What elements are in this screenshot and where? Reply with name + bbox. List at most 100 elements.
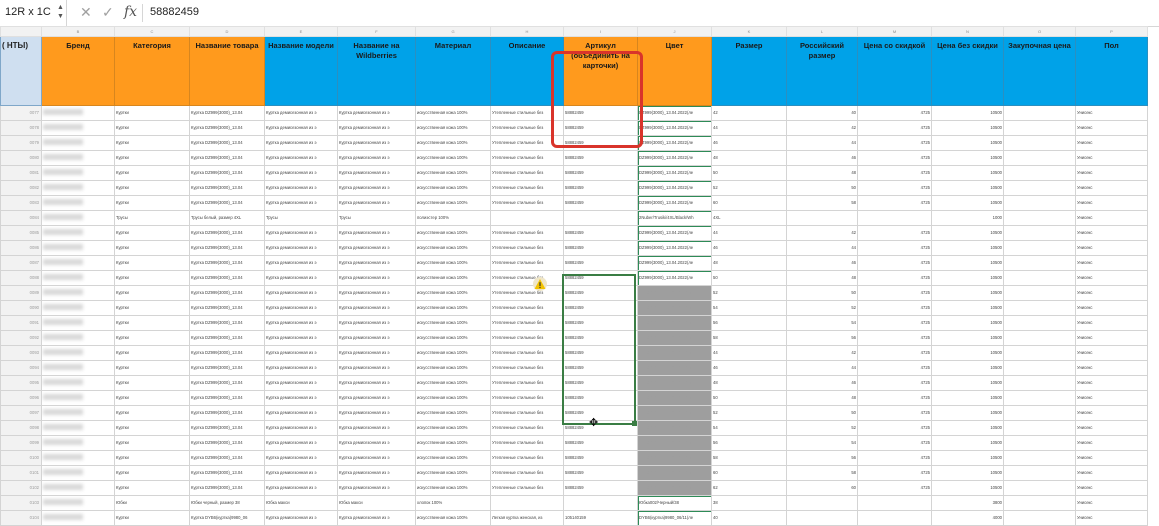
table-cell[interactable]: Юбка макси — [264, 495, 338, 511]
table-cell[interactable]: 50 — [786, 285, 858, 301]
table-cell[interactable]: 4725 — [857, 345, 932, 361]
table-cell[interactable]: Унисекс — [1075, 315, 1148, 331]
column-letter[interactable]: H — [490, 26, 564, 37]
table-cell[interactable]: 46 — [711, 135, 787, 151]
table-cell[interactable]: 58882459 — [563, 360, 638, 376]
table-cell[interactable]: Куртка демисезонная из э — [337, 315, 416, 331]
column-letter[interactable]: I — [563, 26, 638, 37]
table-cell[interactable]: 4725 — [857, 315, 932, 331]
brand-cell-blurred[interactable] — [41, 300, 115, 316]
table-cell[interactable]: Куртки — [114, 435, 190, 451]
table-cell[interactable]: 4725 — [857, 135, 932, 151]
row-number[interactable]: 0088 — [0, 270, 42, 286]
table-cell[interactable]: Куртка DZ999(3000)_13.04 — [189, 435, 265, 451]
table-cell[interactable]: 58882459 — [563, 330, 638, 346]
header-cell[interactable]: Название на Wildberries — [337, 36, 416, 106]
column-letter[interactable]: N — [931, 26, 1004, 37]
table-cell[interactable]: 38 — [711, 495, 787, 511]
table-cell[interactable]: Унисекс — [1075, 405, 1148, 421]
table-cell[interactable] — [1003, 150, 1076, 166]
table-cell[interactable]: искусственная кожа 100% — [415, 420, 491, 436]
table-cell[interactable]: Унисекс — [1075, 195, 1148, 211]
table-cell[interactable]: 50 — [711, 270, 787, 286]
table-cell[interactable] — [1003, 510, 1076, 526]
table-cell[interactable]: 50 — [711, 390, 787, 406]
table-cell[interactable]: 54 — [786, 435, 858, 451]
brand-cell-blurred[interactable] — [41, 180, 115, 196]
table-cell[interactable]: 10500 — [931, 360, 1004, 376]
table-cell[interactable]: DZ999(3000)_13.04.2022(ле — [637, 480, 712, 496]
row-number[interactable]: 0090 — [0, 300, 42, 316]
table-cell[interactable]: Куртка демисезонная из э — [337, 465, 416, 481]
table-cell[interactable]: Куртка демисезонная из э — [264, 315, 338, 331]
brand-cell-blurred[interactable] — [41, 210, 115, 226]
table-cell[interactable]: 4725 — [857, 165, 932, 181]
table-cell[interactable] — [1003, 225, 1076, 241]
table-cell[interactable]: Утепленные стильные без — [490, 165, 564, 181]
header-cell[interactable]: Название модели — [264, 36, 338, 106]
table-cell[interactable]: 48 — [786, 165, 858, 181]
column-letter[interactable]: K — [711, 26, 787, 37]
column-letter[interactable]: D — [189, 26, 265, 37]
header-cell[interactable]: Размер — [711, 36, 787, 106]
table-cell[interactable]: 48 — [711, 150, 787, 166]
brand-cell-blurred[interactable] — [41, 480, 115, 496]
column-letter[interactable]: G — [415, 26, 491, 37]
table-cell[interactable]: Утепленные стильные без — [490, 300, 564, 316]
table-cell[interactable]: 50 — [786, 180, 858, 196]
header-cell[interactable]: Название товара — [189, 36, 265, 106]
header-cell[interactable]: Закупочная цена — [1003, 36, 1076, 106]
brand-cell-blurred[interactable] — [41, 195, 115, 211]
table-cell[interactable]: искусственная кожа 100% — [415, 120, 491, 136]
table-cell[interactable]: Куртка демисезонная из э — [264, 465, 338, 481]
table-cell[interactable]: искусственная кожа 100% — [415, 405, 491, 421]
table-cell[interactable] — [1003, 300, 1076, 316]
table-cell[interactable]: DZ999(3000)_13.04.2022(ле — [637, 405, 712, 421]
table-cell[interactable]: 10500 — [931, 150, 1004, 166]
table-cell[interactable]: Унисекс — [1075, 225, 1148, 241]
row-number[interactable]: 0089 — [0, 285, 42, 301]
table-cell[interactable]: 42 — [786, 120, 858, 136]
table-cell[interactable]: 4725 — [857, 105, 932, 121]
column-letter[interactable]: M — [857, 26, 932, 37]
table-cell[interactable]: искусственная кожа 100% — [415, 195, 491, 211]
table-cell[interactable]: DZ999(3000)_13.04.2022(ле — [637, 285, 712, 301]
table-cell[interactable]: DZ999(3000)_13.04.2022(ле — [637, 165, 712, 181]
table-cell[interactable]: Куртка DZ999(3000)_13.04 — [189, 420, 265, 436]
table-cell[interactable] — [1003, 270, 1076, 286]
table-cell[interactable]: 4725 — [857, 405, 932, 421]
table-cell[interactable]: DZ999(3000)_13.04.2022(ле — [637, 150, 712, 166]
table-cell[interactable]: искусственная кожа 100% — [415, 135, 491, 151]
table-cell[interactable]: 58882459 — [563, 405, 638, 421]
table-cell[interactable]: Куртка демисезонная из э — [337, 180, 416, 196]
table-cell[interactable]: Юбка002/Черный/38 — [637, 495, 712, 511]
table-cell[interactable]: 4725 — [857, 240, 932, 256]
brand-cell-blurred[interactable] — [41, 405, 115, 421]
table-cell[interactable]: 4725 — [857, 225, 932, 241]
table-cell[interactable]: Утепленные стильные без — [490, 240, 564, 256]
table-cell[interactable]: Куртка демисезонная из э — [337, 255, 416, 271]
table-cell[interactable] — [786, 510, 858, 526]
table-cell[interactable]: 54 — [711, 420, 787, 436]
row-number[interactable]: 0099 — [0, 435, 42, 451]
table-cell[interactable]: Куртка демисезонная из э — [337, 150, 416, 166]
formula-input[interactable]: 58882459 — [150, 6, 199, 18]
table-cell[interactable]: Юбка макси — [337, 495, 416, 511]
table-cell[interactable]: Куртка DZ999(3000)_13.04 — [189, 465, 265, 481]
table-cell[interactable]: 40 — [786, 105, 858, 121]
table-cell[interactable]: DZ999(3000)_13.04.2022(ле — [637, 135, 712, 151]
table-cell[interactable]: 48 — [711, 375, 787, 391]
table-cell[interactable]: DZ999(3000)_13.04.2022(ле — [637, 300, 712, 316]
table-cell[interactable]: Куртка демисезонная из э — [264, 240, 338, 256]
table-cell[interactable]: 10500 — [931, 120, 1004, 136]
table-cell[interactable]: Куртка демисезонная из э — [337, 240, 416, 256]
table-cell[interactable]: Куртка DYB6(куртка)9980_06 — [189, 510, 265, 526]
table-cell[interactable]: 10500 — [931, 390, 1004, 406]
table-cell[interactable]: 10500 — [931, 420, 1004, 436]
column-letter[interactable] — [0, 26, 42, 37]
table-cell[interactable]: Утепленные стильные без — [490, 465, 564, 481]
row-number[interactable]: 0093 — [0, 345, 42, 361]
table-cell[interactable]: 58882459 — [563, 375, 638, 391]
table-cell[interactable]: Куртки — [114, 270, 190, 286]
table-cell[interactable]: 58882459 — [563, 420, 638, 436]
